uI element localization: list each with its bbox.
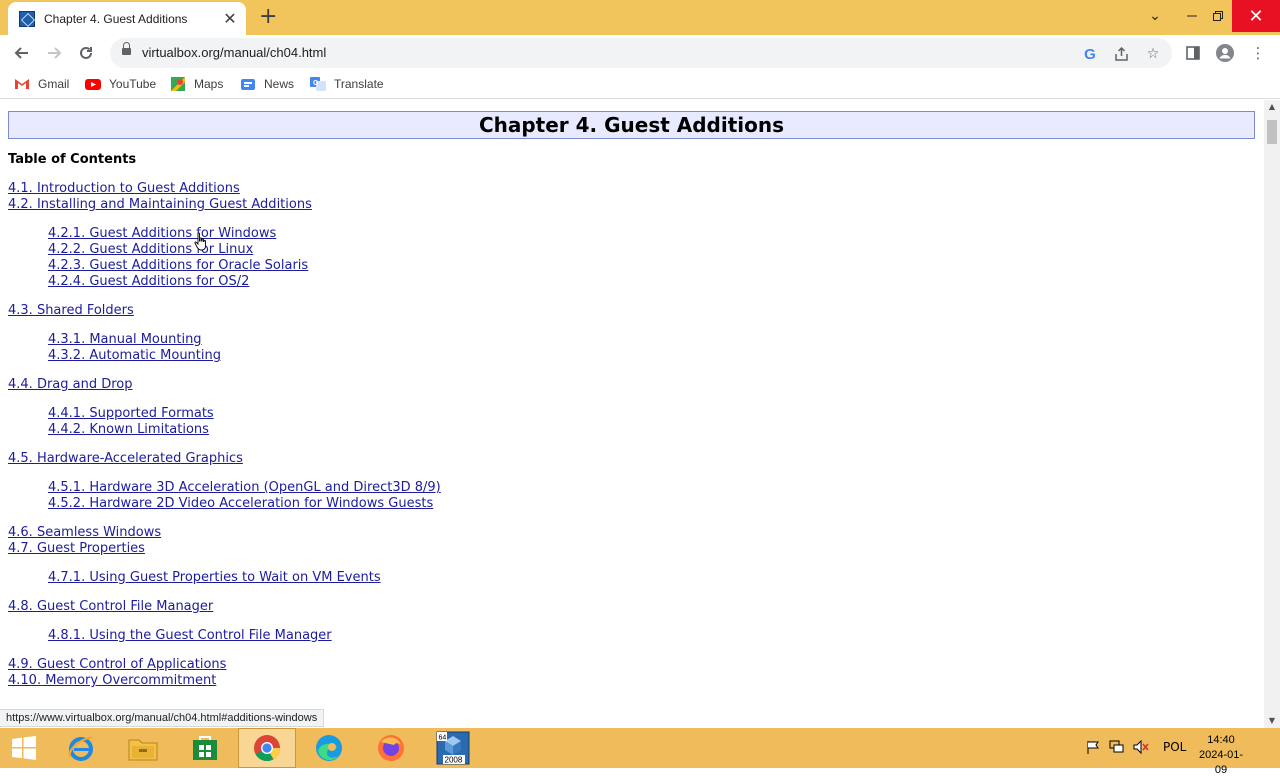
- browser-tab[interactable]: Chapter 4. Guest Additions ✕: [8, 2, 246, 35]
- taskbar-clock[interactable]: 14:40 2024-01-09: [1196, 733, 1246, 778]
- scroll-up-arrow-icon[interactable]: ▲: [1264, 100, 1280, 114]
- bookmark-news[interactable]: News: [240, 76, 294, 92]
- virtualbox-icon[interactable]: 64 2008: [424, 728, 482, 768]
- volume-muted-icon[interactable]: [1133, 739, 1149, 757]
- clock-date: 2024-01-09: [1198, 749, 1244, 776]
- bookmark-translate[interactable]: G Translate: [310, 76, 384, 92]
- toc-link[interactable]: 4.5.2. Hardware 2D Video Acceleration fo…: [48, 496, 433, 512]
- toc-link[interactable]: 4.3.2. Automatic Mounting: [48, 348, 221, 364]
- clock-time: 14:40: [1207, 734, 1235, 746]
- news-icon: [240, 76, 256, 92]
- bookmark-label: Gmail: [38, 77, 70, 91]
- toc-link[interactable]: 4.2.3. Guest Additions for Oracle Solari…: [48, 258, 308, 274]
- bookmark-label: News: [264, 77, 295, 91]
- toc-link[interactable]: 4.2.4. Guest Additions for OS/2: [48, 274, 249, 290]
- bookmark-star-icon[interactable]: ☆: [1142, 43, 1164, 65]
- language-indicator[interactable]: POL: [1163, 740, 1186, 754]
- youtube-icon: [85, 76, 101, 92]
- windows-start-icon[interactable]: [0, 728, 48, 768]
- lock-icon[interactable]: [122, 42, 131, 57]
- toc-link[interactable]: 4.5.1. Hardware 3D Acceleration (OpenGL …: [48, 480, 441, 496]
- bookmarks-bar: Gmail YouTube Maps News G Translate: [0, 71, 1280, 99]
- toc-link[interactable]: 4.2.1. Guest Additions for Windows: [48, 226, 276, 242]
- firefox-icon[interactable]: [362, 728, 420, 768]
- internet-explorer-icon[interactable]: [52, 728, 110, 768]
- share-icon[interactable]: [1110, 43, 1132, 65]
- toc-link[interactable]: 4.8.1. Using the Guest Control File Mana…: [48, 628, 332, 644]
- bookmark-gmail[interactable]: Gmail: [14, 76, 69, 92]
- toc-link[interactable]: 4.7.1. Using Guest Properties to Wait on…: [48, 570, 381, 586]
- toc-link[interactable]: 4.9. Guest Control of Applications: [8, 657, 226, 673]
- toc-link[interactable]: 4.2.2. Guest Additions for Linux: [48, 242, 253, 258]
- action-center-flag-icon[interactable]: [1086, 740, 1100, 757]
- virtualbox-badge-2008: 2008: [445, 756, 463, 765]
- browser-toolbar: virtualbox.org/manual/ch04.html G ☆ ⋮: [0, 35, 1280, 71]
- svg-text:G: G: [313, 80, 319, 87]
- tab-strip: Chapter 4. Guest Additions ✕ + ⌄ ✕: [0, 0, 1280, 35]
- hand-pointer-cursor-icon: [194, 232, 206, 251]
- bookmark-label: Maps: [194, 77, 224, 91]
- scrollbar-thumb[interactable]: [1267, 120, 1277, 144]
- vertical-scrollbar[interactable]: ▲ ▼: [1264, 100, 1280, 728]
- toc-heading: Table of Contents: [8, 152, 137, 167]
- link-status-bar: https://www.virtualbox.org/manual/ch04.h…: [0, 709, 325, 727]
- forward-arrow-icon[interactable]: [40, 39, 68, 67]
- toc-link[interactable]: 4.8. Guest Control File Manager: [8, 599, 213, 615]
- scroll-down-arrow-icon[interactable]: ▼: [1264, 714, 1280, 728]
- toc-link[interactable]: 4.2. Installing and Maintaining Guest Ad…: [8, 197, 312, 213]
- menu-kebab-icon[interactable]: ⋮: [1247, 42, 1269, 64]
- gmail-icon: [14, 76, 30, 92]
- back-arrow-icon[interactable]: [8, 39, 36, 67]
- bookmark-label: Translate: [334, 77, 384, 91]
- network-icon[interactable]: [1109, 740, 1125, 757]
- side-panel-icon[interactable]: [1182, 42, 1204, 64]
- file-explorer-icon[interactable]: [114, 728, 172, 768]
- tab-search-chevron-icon[interactable]: ⌄: [1137, 0, 1173, 32]
- toc-link[interactable]: 4.10. Memory Overcommitment: [8, 673, 216, 689]
- toc-link[interactable]: 4.5. Hardware-Accelerated Graphics: [8, 451, 243, 467]
- restore-icon[interactable]: [1200, 0, 1236, 32]
- toc-link[interactable]: 4.6. Seamless Windows: [8, 525, 161, 541]
- bookmark-youtube[interactable]: YouTube: [85, 76, 156, 92]
- toc-link[interactable]: 4.4.1. Supported Formats: [48, 406, 214, 422]
- new-tab-icon[interactable]: +: [259, 6, 277, 28]
- chapter-title: Chapter 4. Guest Additions: [8, 111, 1255, 139]
- toc-link[interactable]: 4.3. Shared Folders: [8, 303, 134, 319]
- store-icon[interactable]: [176, 728, 234, 768]
- bookmark-maps[interactable]: Maps: [170, 76, 223, 92]
- virtualbox-favicon-icon: [19, 10, 35, 27]
- toc-link[interactable]: 4.4. Drag and Drop: [8, 377, 133, 393]
- windows-taskbar: 64 2008 POL 14:40 2024-01-09: [0, 728, 1280, 776]
- chrome-icon[interactable]: [238, 728, 296, 768]
- virtualbox-badge-64: 64: [439, 735, 447, 742]
- maps-icon: [170, 76, 186, 92]
- page-viewport: Chapter 4. Guest Additions Table of Cont…: [0, 100, 1264, 728]
- address-bar[interactable]: virtualbox.org/manual/ch04.html G ☆: [110, 38, 1172, 68]
- profile-avatar-icon[interactable]: [1214, 42, 1236, 64]
- reload-icon[interactable]: [72, 39, 100, 67]
- toc-link[interactable]: 4.3.1. Manual Mounting: [48, 332, 202, 348]
- bookmark-label: YouTube: [109, 77, 157, 91]
- url-text[interactable]: virtualbox.org/manual/ch04.html: [142, 45, 326, 60]
- toc-link[interactable]: 4.4.2. Known Limitations: [48, 422, 209, 438]
- close-window-icon[interactable]: ✕: [1232, 0, 1280, 32]
- translate-icon: G: [310, 76, 326, 92]
- toc-link[interactable]: 4.1. Introduction to Guest Additions: [8, 181, 240, 197]
- google-lens-icon[interactable]: G: [1079, 43, 1101, 65]
- edge-icon[interactable]: [300, 728, 358, 768]
- tab-title: Chapter 4. Guest Additions: [44, 11, 188, 26]
- tab-close-icon[interactable]: ✕: [222, 10, 238, 27]
- toc-link[interactable]: 4.7. Guest Properties: [8, 541, 145, 557]
